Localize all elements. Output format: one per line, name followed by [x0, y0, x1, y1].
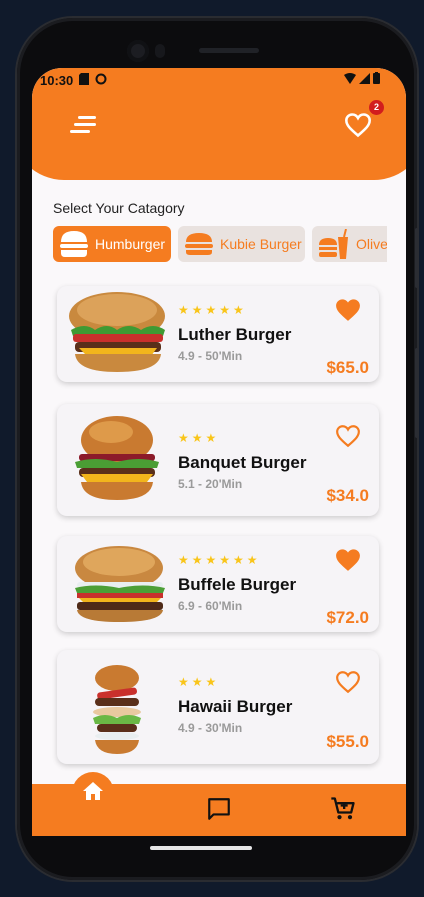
rating-stars: ★★★ — [178, 431, 220, 445]
burger-icon — [59, 230, 89, 258]
category-title: Select Your Catagory — [53, 200, 185, 216]
favorite-button[interactable] — [335, 298, 361, 322]
bottom-navigation — [32, 772, 406, 836]
favorite-button[interactable] — [335, 670, 361, 694]
chat-icon — [208, 798, 230, 820]
signal-icon — [359, 72, 370, 87]
menu-icon — [78, 116, 96, 119]
category-label: Humburger — [95, 236, 166, 252]
category-label: Olive — [356, 236, 387, 252]
product-rating-time: 5.1 - 20'Min — [178, 477, 243, 491]
product-price: $65.0 — [326, 358, 369, 377]
burger-icon — [184, 232, 214, 256]
product-rating-time: 4.9 - 50'Min — [178, 349, 243, 363]
burger-image — [65, 414, 169, 502]
menu-button[interactable] — [70, 116, 100, 138]
product-rating-time: 6.9 - 60'Min — [178, 599, 243, 613]
earpiece-speaker — [199, 48, 259, 53]
burger-image — [65, 540, 169, 628]
status-time: 10:30 — [40, 72, 74, 88]
heart-filled-icon — [336, 299, 360, 321]
product-card[interactable]: ★★★ Banquet Burger 5.1 - 20'Min $34.0 — [57, 404, 379, 516]
category-list: Humburger Kubie Burger Olive — [53, 226, 387, 264]
sd-card-icon — [79, 72, 90, 88]
heart-outline-icon — [345, 113, 371, 138]
menu-icon-line — [74, 123, 96, 126]
cart-icon — [331, 797, 355, 820]
product-price: $72.0 — [326, 608, 369, 627]
menu-icon-line — [70, 130, 90, 133]
app-screen: 10:30 2 Select Your Catagory Humburger K… — [32, 68, 406, 836]
heart-filled-icon — [336, 549, 360, 571]
burger-image — [65, 662, 169, 754]
favorite-button[interactable] — [335, 548, 361, 572]
front-camera — [127, 40, 149, 62]
heart-outline-icon — [336, 671, 360, 694]
volume-button — [415, 228, 419, 288]
category-chip-kubie-burger[interactable]: Kubie Burger — [178, 226, 305, 262]
home-icon — [83, 782, 103, 800]
rating-stars: ★★★★★ — [178, 303, 247, 317]
product-price: $55.0 — [326, 732, 369, 751]
battery-icon — [373, 72, 380, 87]
rating-stars: ★★★★★★ — [178, 553, 261, 567]
product-price: $34.0 — [326, 486, 369, 505]
category-chip-humburger[interactable]: Humburger — [53, 226, 171, 262]
heart-outline-icon — [336, 425, 360, 448]
product-name: Luther Burger — [178, 325, 292, 344]
status-bar: 10:30 — [32, 68, 406, 92]
product-rating-time: 4.9 - 30'Min — [178, 721, 243, 735]
product-card[interactable]: ★★★★★ Luther Burger 4.9 - 50'Min $65.0 — [57, 286, 379, 382]
burger-drink-icon — [318, 229, 350, 259]
nav-home-button[interactable] — [72, 772, 114, 814]
app-bar: 2 — [32, 92, 406, 148]
power-button — [415, 348, 419, 438]
product-name: Hawaii Burger — [178, 697, 293, 716]
category-chip-olive[interactable]: Olive — [312, 226, 387, 262]
category-label: Kubie Burger — [220, 236, 302, 252]
sensor — [155, 44, 165, 58]
favorites-button[interactable] — [344, 112, 372, 138]
rating-stars: ★★★ — [178, 675, 220, 689]
product-card[interactable]: ★★★ Hawaii Burger 4.9 - 30'Min $55.0 — [57, 650, 379, 764]
product-name: Banquet Burger — [178, 453, 307, 472]
product-card[interactable]: ★★★★★★ Buffele Burger 6.9 - 60'Min $72.0 — [57, 536, 379, 632]
favorite-button[interactable] — [335, 424, 361, 448]
sync-icon — [95, 73, 107, 88]
product-name: Buffele Burger — [178, 575, 297, 594]
wifi-icon — [344, 72, 356, 87]
favorites-badge: 2 — [369, 100, 384, 115]
burger-image — [65, 290, 169, 378]
gesture-bar — [150, 846, 252, 850]
nav-chat-button[interactable] — [206, 796, 232, 827]
nav-cart-button[interactable] — [329, 795, 357, 828]
